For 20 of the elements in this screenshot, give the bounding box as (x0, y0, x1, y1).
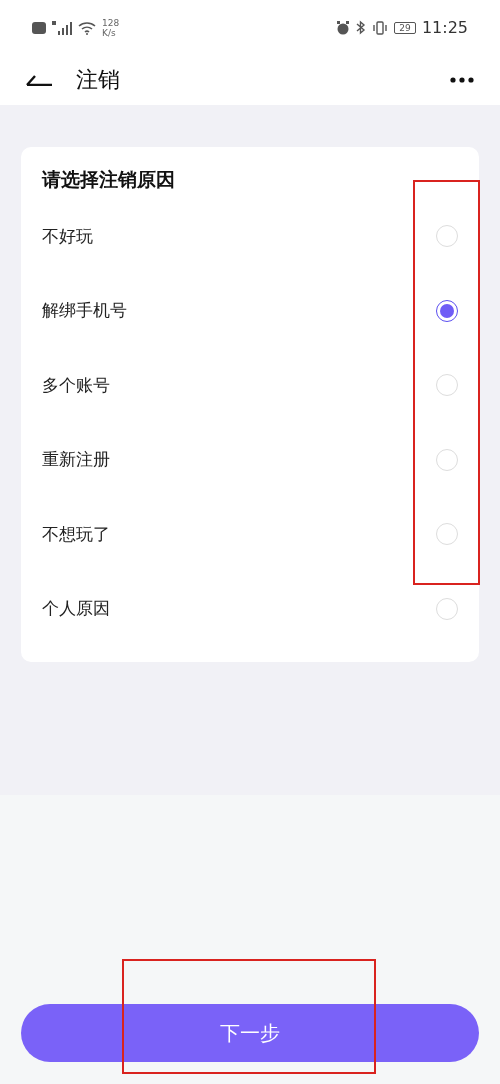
signal-icon (52, 20, 72, 35)
more-icon[interactable] (450, 77, 474, 83)
clock-time: 11:25 (421, 18, 468, 37)
card-title: 请选择注销原因 (42, 167, 176, 192)
reason-label: 不想玩了 (42, 522, 110, 546)
vibrate-icon (371, 20, 388, 35)
reason-label: 个人原因 (42, 597, 110, 621)
back-icon[interactable] (26, 74, 52, 86)
reason-label: 重新注册 (42, 448, 110, 472)
battery-level: 29 (393, 21, 416, 34)
alarm-icon (335, 20, 350, 35)
speed-unit: K/s (102, 27, 117, 38)
reason-label: 解绑手机号 (42, 299, 127, 323)
wifi-icon (78, 20, 96, 35)
reason-label: 不好玩 (42, 224, 93, 248)
network-speed: 128 (102, 17, 120, 28)
bluetooth-icon (355, 20, 366, 35)
next-button[interactable]: 下一步 (21, 1004, 479, 1062)
page-title: 注销 (76, 66, 121, 94)
reason-label: 多个账号 (42, 373, 110, 397)
